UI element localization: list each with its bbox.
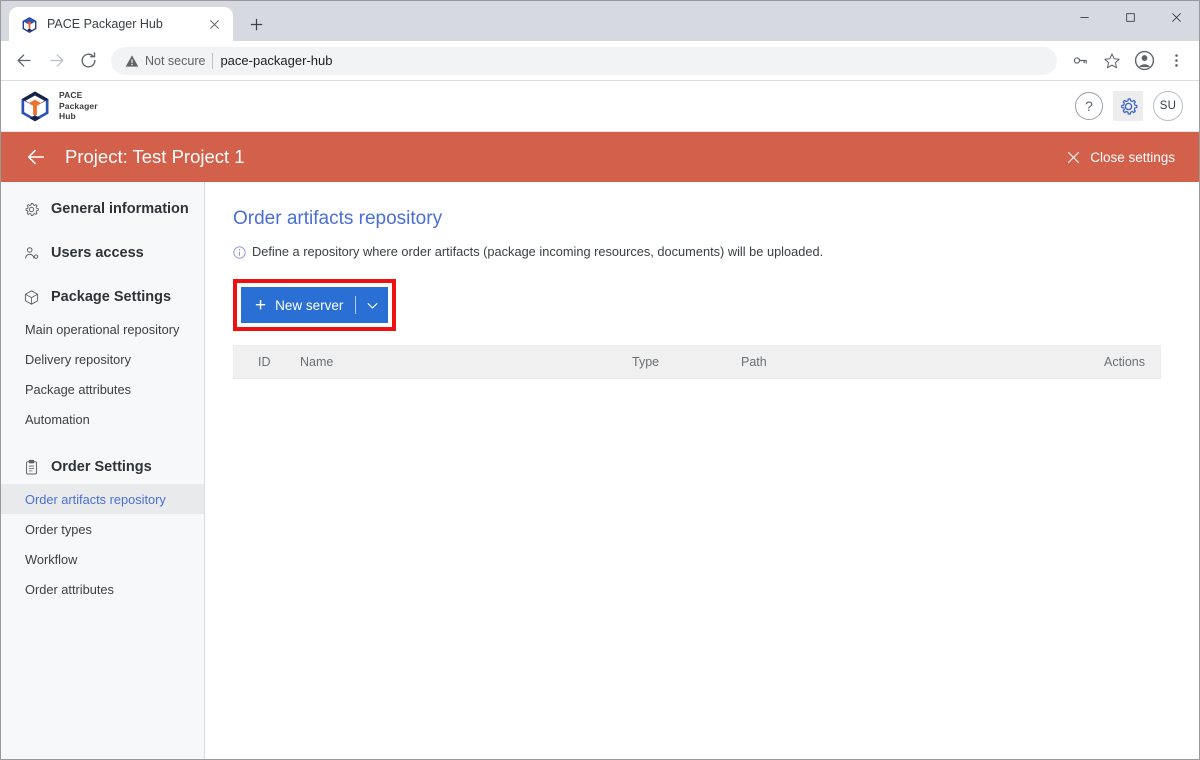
pace-cube-icon — [21, 16, 38, 33]
browser-titlebar: PACE Packager Hub — [1, 1, 1199, 41]
sidebar-item-label: Package Settings — [51, 289, 172, 305]
brand-logo-block[interactable]: PACE Packager Hub — [19, 90, 98, 122]
new-tab-button[interactable] — [242, 10, 270, 38]
reload-icon[interactable] — [73, 46, 103, 76]
column-header-id: ID — [258, 355, 271, 369]
body-row: General information Users access Package… — [1, 182, 1199, 759]
sidebar-item-order-settings[interactable]: Order Settings — [1, 450, 204, 484]
sidebar-item-label: Users access — [51, 245, 144, 261]
sidebar-item-order-artifacts-repository[interactable]: Order artifacts repository — [1, 484, 204, 514]
column-header-name: Name — [300, 355, 334, 369]
sidebar-item-workflow[interactable]: Workflow — [1, 544, 204, 574]
brand-line-3: Hub — [59, 111, 76, 122]
key-icon[interactable] — [1065, 46, 1095, 76]
security-label: Not secure — [145, 53, 206, 68]
avatar[interactable]: SU — [1153, 91, 1183, 121]
help-glyph: ? — [1085, 98, 1093, 114]
servers-table: ID Name Type Path Actions — [233, 345, 1161, 379]
new-server-label: New server — [275, 297, 344, 313]
settings-content: Order artifacts repository Define a repo… — [205, 182, 1199, 759]
warning-triangle-icon — [125, 54, 139, 67]
users-icon — [22, 244, 40, 262]
column-header-actions: Actions — [1104, 355, 1145, 369]
three-dot-menu-icon[interactable] — [1161, 46, 1191, 76]
window-close-icon[interactable] — [1153, 1, 1199, 33]
sidebar-item-label: General information — [51, 201, 189, 217]
bookmark-star-icon[interactable] — [1097, 46, 1127, 76]
sidebar-subitem-label: Package attributes — [25, 381, 131, 397]
section-title: Order artifacts repository — [233, 208, 443, 229]
omnibox-divider — [212, 52, 214, 69]
sidebar-subitem-label: Order artifacts repository — [25, 491, 166, 507]
sidebar-item-order-types[interactable]: Order types — [1, 514, 204, 544]
sidebar-item-automation[interactable]: Automation — [1, 404, 204, 434]
close-icon — [1068, 151, 1080, 163]
back-arrow-icon[interactable] — [23, 144, 49, 170]
sidebar-subitem-label: Main operational repository — [25, 321, 180, 337]
minimize-icon[interactable] — [1061, 1, 1107, 33]
sidebar-subitem-label: Workflow — [25, 551, 78, 567]
sidebar-item-general-information[interactable]: General information — [1, 192, 204, 226]
chevron-down-icon[interactable] — [356, 287, 388, 323]
close-settings-button[interactable]: Close settings — [1066, 150, 1185, 165]
new-server-split-button[interactable]: + New server — [241, 287, 389, 323]
address-bar[interactable]: Not secure pace-packager-hub — [111, 46, 1057, 75]
sidebar-subitem-label: Order attributes — [25, 581, 114, 597]
app-header: PACE Packager Hub ? SU — [1, 81, 1199, 132]
tab-strip: PACE Packager Hub — [1, 1, 270, 41]
column-header-type: Type — [632, 355, 660, 369]
brand-text: PACE Packager Hub — [59, 90, 98, 121]
section-description-text: Define a repository where order artifact… — [252, 244, 824, 259]
url-text: pace-packager-hub — [220, 53, 333, 68]
sidebar-item-label: Order Settings — [51, 459, 152, 475]
browser-window: PACE Packager Hub Not secure pace-packag… — [0, 0, 1200, 760]
sidebar-item-order-attributes[interactable]: Order attributes — [1, 574, 204, 604]
pace-packager-hub-logo-icon — [19, 90, 51, 122]
sidebar-subitem-label: Delivery repository — [25, 351, 131, 367]
help-icon[interactable]: ? — [1075, 92, 1103, 120]
browser-toolbar: Not secure pace-packager-hub — [1, 41, 1199, 81]
plus-icon: + — [255, 294, 267, 316]
page-title: Project: Test Project 1 — [65, 146, 245, 167]
info-icon — [233, 246, 246, 259]
sidebar-item-main-operational-repository[interactable]: Main operational repository — [1, 314, 204, 344]
brand-line-1: PACE — [59, 90, 83, 101]
project-bar: Project: Test Project 1 Close settings — [1, 132, 1199, 182]
highlight-annotation: + New server — [233, 279, 397, 331]
close-icon[interactable] — [206, 16, 223, 33]
close-settings-label: Close settings — [1090, 149, 1175, 165]
new-server-button[interactable]: + New server — [241, 287, 355, 323]
browser-tab[interactable]: PACE Packager Hub — [9, 7, 233, 41]
clipboard-icon — [22, 458, 40, 476]
tab-title: PACE Packager Hub — [47, 17, 163, 31]
sidebar-item-delivery-repository[interactable]: Delivery repository — [1, 344, 204, 374]
sidebar-item-package-settings[interactable]: Package Settings — [1, 280, 204, 314]
avatar-initials: SU — [1159, 100, 1177, 112]
sidebar-subitem-label: Automation — [25, 411, 90, 427]
back-icon[interactable] — [9, 46, 39, 76]
profile-avatar-icon[interactable] — [1129, 46, 1159, 76]
header-actions: ? SU — [1075, 91, 1183, 121]
forward-icon — [41, 46, 71, 76]
page-viewport: PACE Packager Hub ? SU Project: Test Pro… — [1, 81, 1199, 759]
brand-line-2: Packager — [59, 100, 98, 111]
settings-sidebar: General information Users access Package… — [1, 182, 205, 759]
gear-icon — [22, 200, 40, 218]
section-description: Define a repository where order artifact… — [233, 244, 1159, 259]
sidebar-subitem-label: Order types — [25, 521, 92, 537]
sidebar-item-package-attributes[interactable]: Package attributes — [1, 374, 204, 404]
window-controls — [1061, 1, 1199, 33]
column-header-path: Path — [741, 355, 767, 369]
maximize-icon[interactable] — [1107, 1, 1153, 33]
sidebar-item-users-access[interactable]: Users access — [1, 236, 204, 270]
package-cube-icon — [22, 288, 40, 306]
table-header-row: ID Name Type Path Actions — [234, 346, 1160, 378]
gear-icon[interactable] — [1113, 91, 1143, 121]
security-status[interactable]: Not secure — [125, 54, 205, 68]
